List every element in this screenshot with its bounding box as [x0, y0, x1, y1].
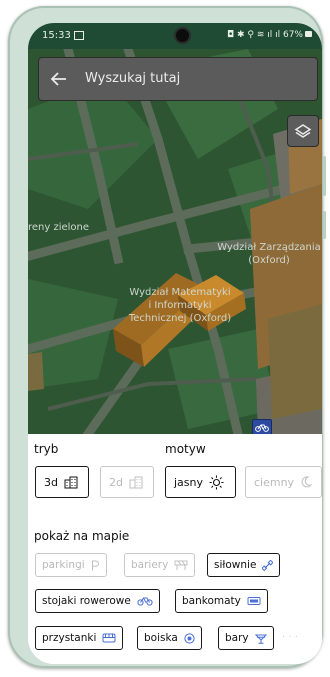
map-label-green-areas: reny zielone	[28, 222, 90, 233]
search-bar[interactable]: Wyszukaj tutaj	[38, 57, 318, 101]
phone-frame: 15:33 ◘ ✱ ⚲ ≋ ıl ıl 67% reny zielone Wyd…	[8, 6, 326, 668]
toggle-silownie[interactable]: siłownie	[207, 553, 281, 577]
toggle-label: parkingi	[42, 559, 85, 571]
building-block	[28, 352, 44, 391]
toggle-przystanki[interactable]: przystanki	[35, 626, 124, 650]
status-right: ◘ ✱ ⚲ ≋ ıl ıl 67%	[227, 30, 312, 40]
toggle-boiska[interactable]: boiska	[137, 626, 202, 650]
toggle-label: stojaki rowerowe	[42, 595, 131, 607]
screen: 15:33 ◘ ✱ ⚲ ≋ ıl ıl 67% reny zielone Wyd…	[28, 23, 322, 664]
toggle-label: bariery	[131, 559, 169, 571]
theme-light-button[interactable]: jasny	[165, 466, 236, 498]
toggle-label: siłownie	[214, 559, 257, 571]
battery-level: 67%	[282, 30, 303, 40]
back-arrow-icon[interactable]	[49, 69, 69, 89]
bicycle-icon	[255, 424, 269, 432]
parking-icon	[91, 560, 100, 571]
show-on-map-label: pokaż na mapie	[34, 529, 130, 543]
status-time: 15:33	[42, 30, 71, 41]
status-icons: ◘ ✱ ⚲ ≋ ıl ıl	[227, 30, 283, 40]
battery-icon	[305, 31, 312, 37]
bus-icon	[102, 633, 116, 643]
toggle-label: bankomaty	[182, 595, 241, 607]
moon-icon	[300, 476, 313, 488]
status-bar: 15:33 ◘ ✱ ⚲ ≋ ıl ıl 67%	[28, 23, 322, 49]
gallery-icon	[74, 31, 84, 40]
layers-icon	[294, 124, 312, 138]
search-input[interactable]: Wyszukaj tutaj	[85, 71, 180, 86]
map-label-wmi-line3: Technicznej (Oxford)	[128, 313, 232, 324]
toggle-stojaki-rowerowe[interactable]: stojaki rowerowe	[35, 589, 160, 613]
toggle-parkingi[interactable]: parkingi	[35, 553, 107, 577]
toggle-bary[interactable]: bary	[218, 626, 274, 650]
toggle-label: przystanki	[42, 632, 97, 644]
barrier-icon	[174, 560, 188, 571]
theme-light-label: jasny	[174, 475, 204, 489]
map-label-wmi-line1: Wydział Matematyki	[129, 287, 231, 298]
bicycle-icon	[137, 596, 153, 606]
building-icon	[129, 476, 143, 489]
toggle-label: bary	[225, 632, 249, 644]
power-button	[323, 211, 326, 239]
layers-button[interactable]	[287, 115, 319, 147]
map-label-wmi: Wydział Matematyki i Informatyki Technic…	[124, 286, 236, 325]
toggle-bankomaty[interactable]: bankomaty	[175, 589, 268, 613]
map-label-wz-line2: (Oxford)	[248, 255, 290, 266]
mode-2d-label: 2d	[109, 475, 123, 489]
map-label-wz-line1: Wydział Zarządzania	[217, 242, 321, 253]
mode-label: tryb	[34, 442, 59, 456]
more-indicator: · · ·	[282, 632, 298, 643]
map-label-wz: Wydział Zarządzania (Oxford)	[214, 241, 322, 267]
front-camera	[176, 29, 189, 42]
sun-icon	[209, 475, 224, 490]
mode-3d-button[interactable]: 3d	[35, 466, 89, 498]
mode-2d-button[interactable]: 2d	[100, 466, 154, 498]
theme-dark-button[interactable]: ciemny	[245, 466, 322, 498]
volume-button	[323, 156, 326, 196]
ball-icon	[184, 632, 195, 644]
settings-sheet: tryb motyw 3d 2d jasny ciemny pokaż na m…	[28, 434, 322, 664]
dumbbell-icon	[262, 559, 274, 571]
map-label-wmi-line2: i Informatyki	[148, 300, 212, 311]
toggle-bariery[interactable]: bariery	[124, 553, 196, 577]
drink-icon	[254, 633, 267, 644]
map-view[interactable]: reny zielone Wydział Zarządzania (Oxford…	[28, 49, 322, 434]
theme-label: motyw	[165, 442, 206, 456]
toggle-label: boiska	[144, 632, 178, 644]
building-icon	[64, 476, 78, 489]
theme-dark-label: ciemny	[254, 475, 295, 489]
atm-icon	[247, 596, 261, 606]
mode-3d-label: 3d	[44, 475, 58, 489]
bicycle-rack-marker[interactable]	[252, 419, 272, 434]
